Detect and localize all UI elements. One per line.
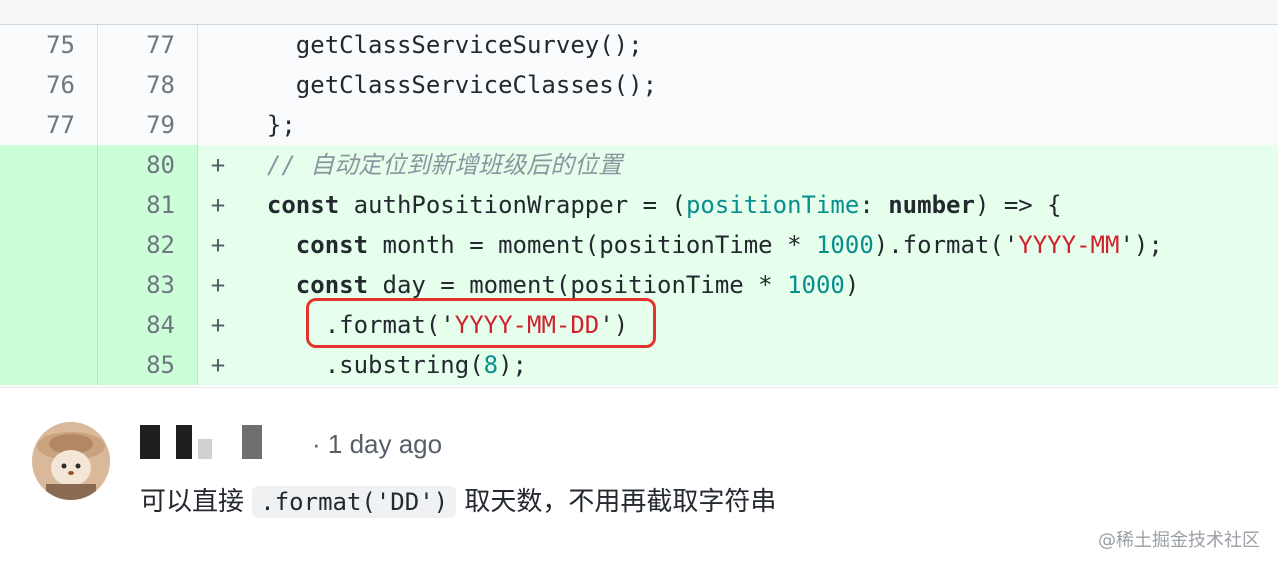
code-text: ) => { <box>974 191 1062 219</box>
watermark: @稀土掘金技术社区 <box>1098 530 1260 551</box>
diff-sign: + <box>210 191 226 219</box>
code-number: 1000 <box>787 271 845 299</box>
diff-line-added: 85 + .substring(8); <box>0 345 1278 385</box>
comment-body: 可以直接 .format('DD') 取天数，不用再截取字符串 <box>140 480 776 524</box>
new-line-number[interactable]: 80 <box>98 145 198 185</box>
new-line-number[interactable]: 79 <box>98 105 198 145</box>
redaction-block <box>242 425 262 459</box>
code-keyword: const <box>295 231 369 259</box>
diff-line: 77 79 }; <box>0 105 1278 145</box>
diff-sign: + <box>210 271 226 299</box>
diff-line: 75 77 getClassServiceSurvey(); <box>0 25 1278 65</box>
redaction-block <box>176 425 192 459</box>
diff-sign <box>198 105 238 145</box>
diff-sign: + <box>210 311 226 339</box>
code-keyword: const <box>295 271 369 299</box>
diff-line: 76 78 getClassServiceClasses(); <box>0 65 1278 105</box>
new-line-number[interactable]: 78 <box>98 65 198 105</box>
diff-sign: + <box>210 231 226 259</box>
code-text: month = moment(positionTime * <box>368 231 816 259</box>
avatar-image <box>32 422 110 500</box>
old-line-number[interactable]: 77 <box>0 105 98 145</box>
code-string: YYYY-MM <box>1018 231 1120 259</box>
diff-line-added: 80 + // 自动定位到新增班级后的位置 <box>0 145 1278 185</box>
old-line-number[interactable]: 76 <box>0 65 98 105</box>
code-type: number <box>888 191 975 219</box>
code-text: ); <box>498 351 528 379</box>
section-divider <box>0 387 1278 388</box>
code-text: day = moment(positionTime * <box>368 271 788 299</box>
code-number: 1000 <box>815 231 874 259</box>
code-text: authPositionWrapper = ( <box>339 191 686 219</box>
old-line-number[interactable] <box>0 345 98 385</box>
new-line-number[interactable]: 77 <box>98 25 198 65</box>
comment-timestamp: · 1 day ago <box>312 429 443 459</box>
new-line-number[interactable]: 82 <box>98 225 198 265</box>
diff-line-added: 81 + const authPositionWrapper = (positi… <box>0 185 1278 225</box>
diff-header-bar <box>0 0 1278 25</box>
diff-line-added: 82 + const month = moment(positionTime *… <box>0 225 1278 265</box>
old-line-number[interactable] <box>0 305 98 345</box>
old-line-number[interactable] <box>0 225 98 265</box>
comment-text: 取天数，不用再截取字符串 <box>456 487 777 517</box>
avatar[interactable] <box>32 422 110 500</box>
code-comment: // 自动定位到新增班级后的位置 <box>266 151 623 179</box>
code-text: '); <box>1119 231 1163 259</box>
code-line: getClassServiceSurvey(); <box>238 31 643 59</box>
code-line: getClassServiceClasses(); <box>238 71 658 99</box>
highlight-annotation-box <box>306 298 656 348</box>
old-line-number[interactable] <box>0 145 98 185</box>
inline-code: .format('DD') <box>252 486 457 518</box>
code-text: : <box>859 191 889 219</box>
code-line: // 自动定位到新增班级后的位置 <box>238 145 1278 185</box>
code-line: .substring(8); <box>238 345 1278 385</box>
diff-sign <box>198 25 238 65</box>
redaction-block <box>198 439 212 459</box>
new-line-number[interactable]: 84 <box>98 305 198 345</box>
code-text: .substring( <box>324 351 484 379</box>
new-line-number[interactable]: 81 <box>98 185 198 225</box>
diff-sign <box>198 65 238 105</box>
old-line-number[interactable] <box>0 265 98 305</box>
old-line-number[interactable]: 75 <box>0 25 98 65</box>
code-number: 8 <box>483 351 499 379</box>
author-name-redacted[interactable] <box>140 424 268 460</box>
code-line: }; <box>238 111 296 139</box>
diff-sign: + <box>210 151 226 179</box>
diff-sign: + <box>210 351 226 379</box>
comment-text: 可以直接 <box>140 487 253 517</box>
code-line: const month = moment(positionTime * 1000… <box>238 225 1278 265</box>
code-param: positionTime <box>685 191 860 219</box>
code-keyword: const <box>266 191 340 219</box>
new-line-number[interactable]: 83 <box>98 265 198 305</box>
code-text: ) <box>844 271 860 299</box>
old-line-number[interactable] <box>0 185 98 225</box>
code-text: ).format(' <box>873 231 1019 259</box>
new-line-number[interactable]: 85 <box>98 345 198 385</box>
redaction-block <box>140 425 160 459</box>
code-line: const authPositionWrapper = (positionTim… <box>238 185 1278 225</box>
